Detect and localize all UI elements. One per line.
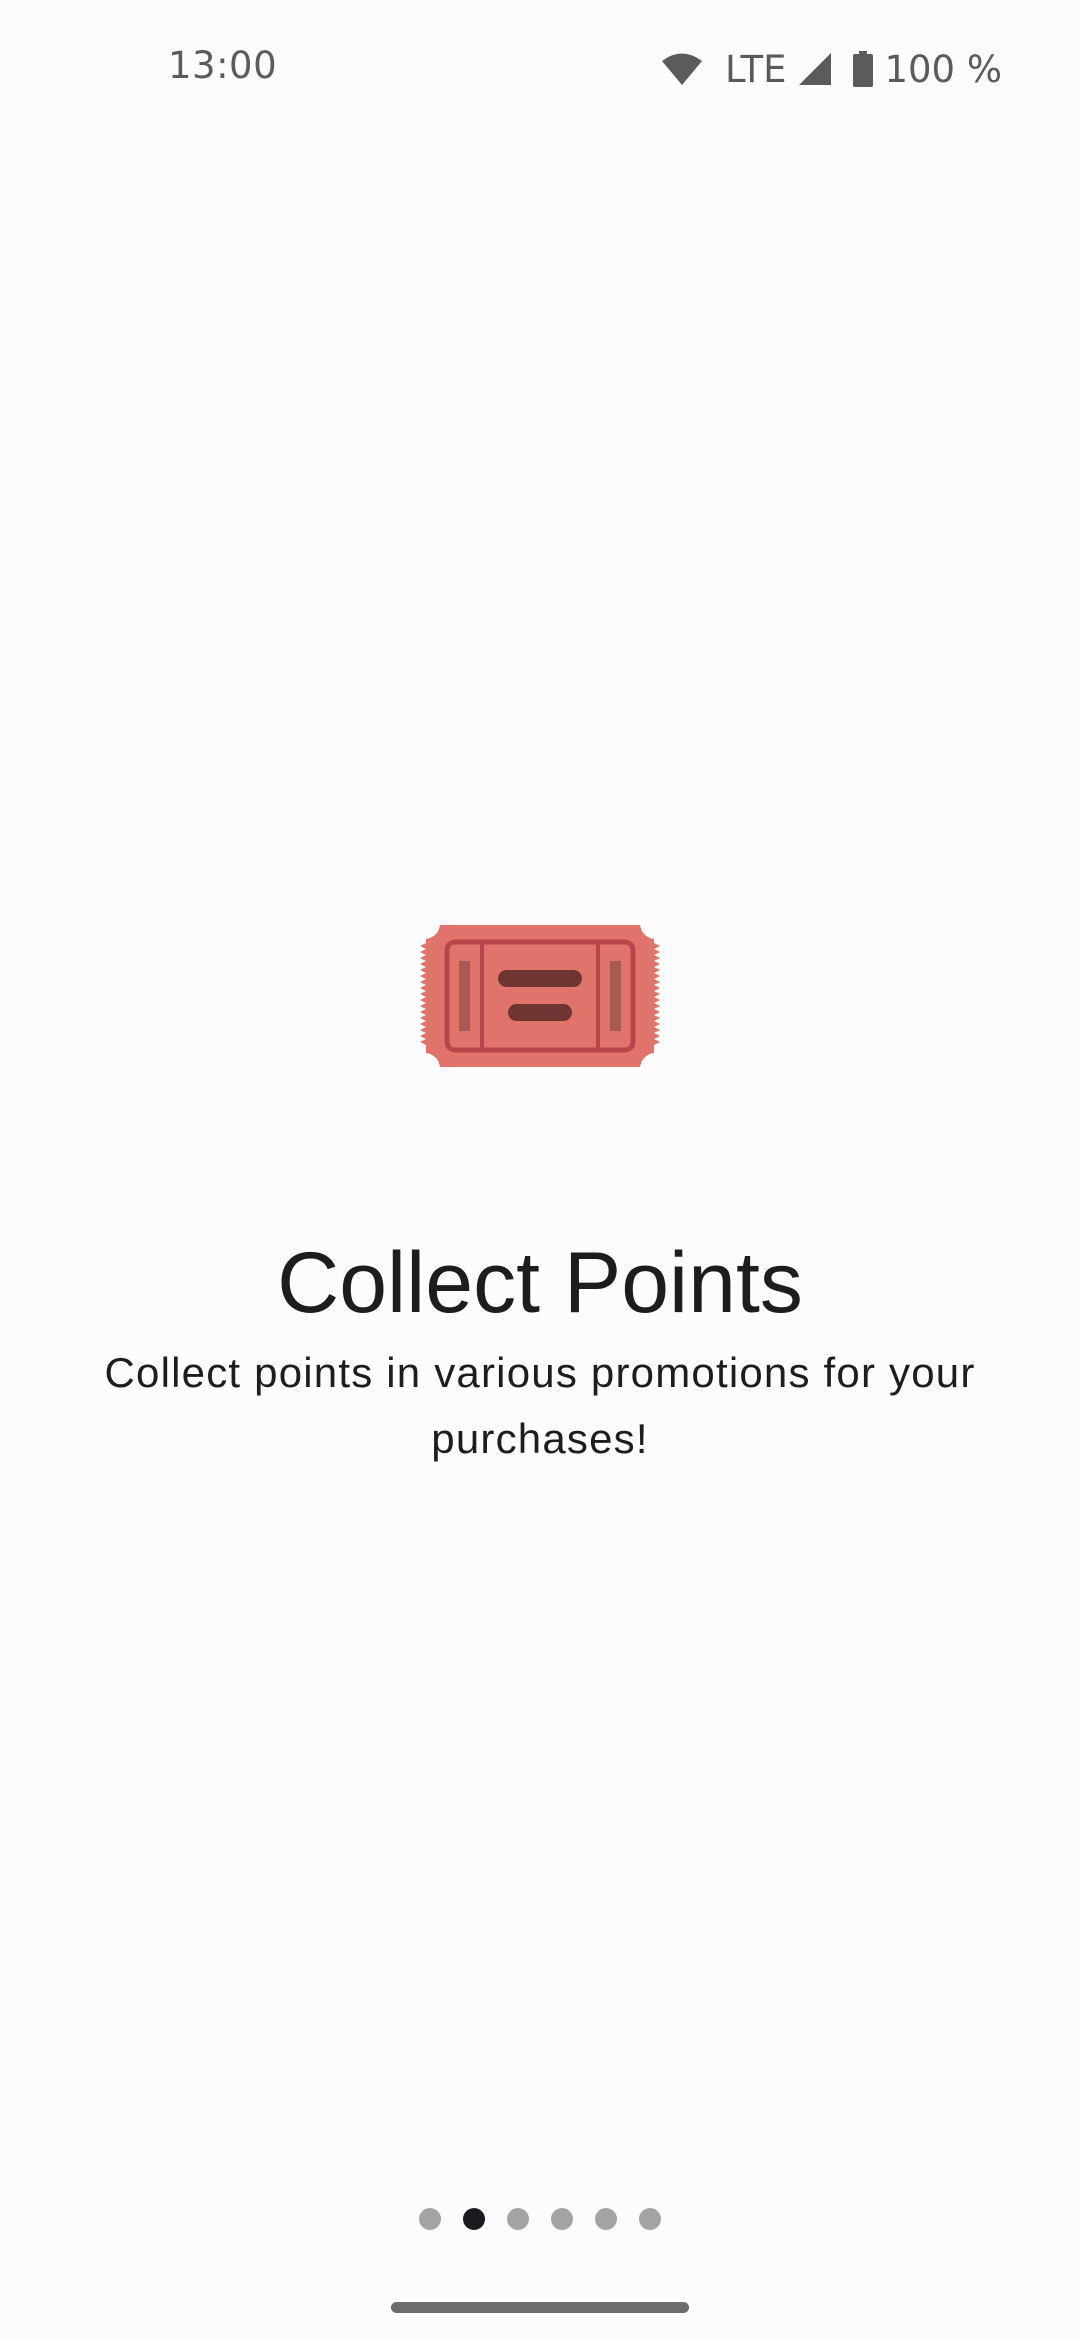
page-dot-4[interactable] [551, 2208, 573, 2230]
page-dot-3[interactable] [507, 2208, 529, 2230]
wifi-icon [661, 52, 703, 86]
onboarding-screen: 13:00 LTE 100 % Collect Points Collect p… [0, 0, 1080, 2340]
battery-percent: 100 % [884, 47, 1002, 91]
page-dot-2-active[interactable] [463, 2208, 485, 2230]
onboarding-title: Collect Points [277, 1235, 803, 1331]
signal-icon [798, 52, 832, 86]
status-time: 13:00 [168, 44, 278, 87]
status-icons: LTE 100 % [661, 44, 1002, 94]
network-type-label: LTE [724, 47, 787, 91]
status-bar: 13:00 LTE 100 % [0, 0, 1080, 140]
ticket-icon [418, 925, 662, 1067]
page-indicator [0, 2208, 1080, 2230]
page-dot-6[interactable] [639, 2208, 661, 2230]
page-dot-5[interactable] [595, 2208, 617, 2230]
page-dot-1[interactable] [419, 2208, 441, 2230]
onboarding-subtitle: Collect points in various promotions for… [104, 1349, 976, 1462]
battery-icon [852, 51, 874, 87]
gesture-navigation-bar[interactable] [391, 2302, 689, 2313]
